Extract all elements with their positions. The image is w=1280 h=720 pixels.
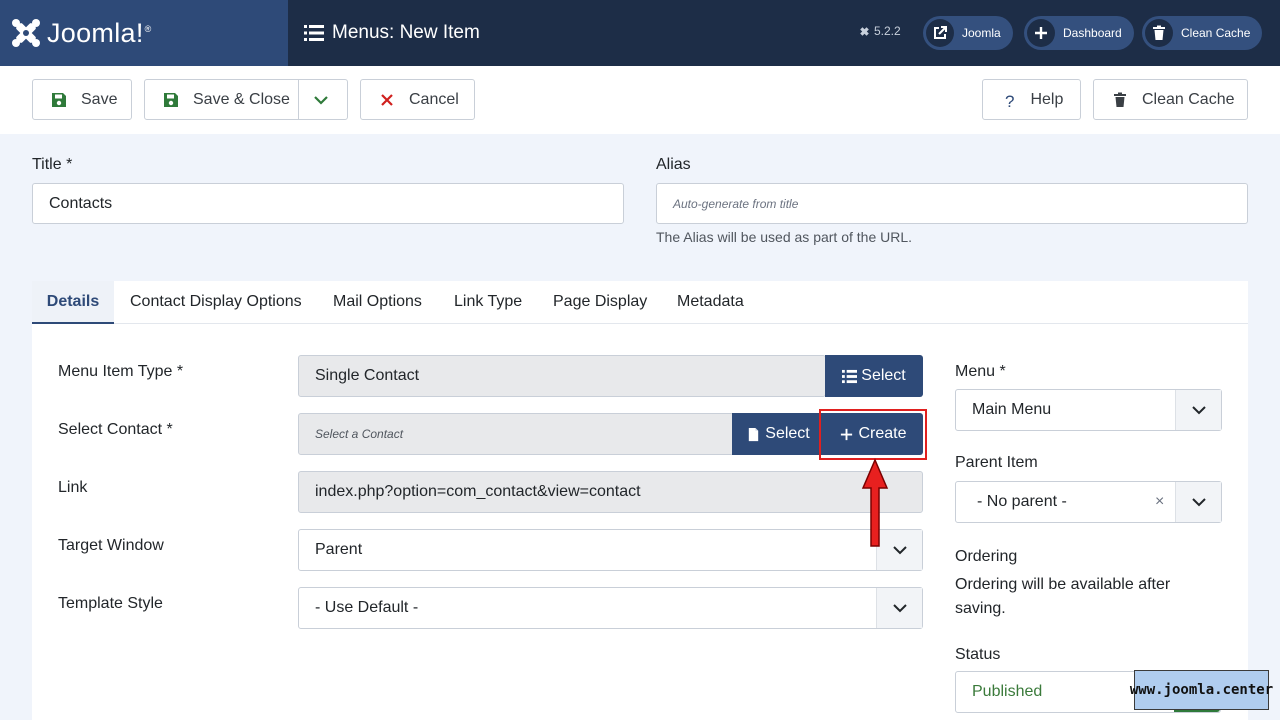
link-label: Link: [58, 479, 88, 496]
joomla-logo-icon: [12, 19, 40, 47]
alias-help-text: The Alias will be used as part of the UR…: [656, 229, 913, 245]
file-icon: [749, 427, 759, 441]
save-close-button[interactable]: Save & Close: [193, 91, 290, 109]
joomla-site-button[interactable]: Joomla: [923, 16, 1013, 50]
joomla-mini-icon: [860, 26, 869, 36]
registered-mark: ®: [144, 23, 152, 34]
menu-item-type-select-button[interactable]: Select: [825, 355, 923, 397]
dashboard-label: Dashboard: [1063, 26, 1122, 40]
tab-contact-display-options[interactable]: Contact Display Options: [130, 281, 302, 323]
tab-mail-options[interactable]: Mail Options: [333, 281, 422, 323]
status-label: Status: [955, 646, 1001, 663]
version-info: 5.2.2: [858, 24, 901, 38]
ordering-help-text: Ordering will be available after saving.: [955, 576, 1171, 617]
cancel-button[interactable]: Cancel: [360, 79, 475, 120]
save-button[interactable]: Save: [32, 79, 132, 120]
help-label: Help: [1030, 90, 1064, 108]
chevron-down-icon: [876, 588, 922, 628]
status-value: Published: [972, 683, 1043, 700]
template-style-value: - Use Default -: [315, 599, 419, 616]
title-input[interactable]: Contacts: [32, 183, 624, 224]
menu-label: Menu *: [955, 363, 1006, 380]
menu-item-type-field: Single Contact: [298, 355, 826, 397]
select-contact-button-label: Select: [765, 425, 810, 442]
select-contact-button[interactable]: Select: [732, 413, 824, 455]
ordering-label: Ordering: [955, 548, 1018, 565]
clean-cache-header-label: Clean Cache: [1181, 26, 1251, 40]
trash-icon: [1114, 92, 1126, 107]
version-number: 5.2.2: [874, 24, 901, 38]
alias-label: Alias: [656, 156, 691, 173]
menu-item-type-select-label: Select: [861, 367, 906, 384]
list-icon: [304, 25, 324, 41]
template-style-label: Template Style: [58, 595, 163, 612]
question-icon: ?: [1005, 91, 1015, 111]
save-close-icon: [164, 92, 178, 107]
arrow-up-icon: [861, 458, 889, 547]
watermark-badge: www.joomla.center: [1130, 670, 1273, 710]
page-title-text: Menus: New Item: [332, 22, 480, 43]
tab-bar: Details Contact Display Options Mail Opt…: [32, 281, 1248, 324]
save-icon: [52, 92, 66, 107]
clean-cache-button[interactable]: Clean Cache: [1093, 79, 1248, 120]
close-icon: [381, 93, 393, 106]
select-contact-field: Select a Contact: [298, 413, 734, 455]
chevron-down-icon: [1175, 390, 1221, 430]
title-label: Title *: [32, 156, 73, 173]
joomla-site-label: Joomla: [962, 26, 1001, 40]
create-button-highlight: [819, 409, 927, 460]
template-style-select[interactable]: - Use Default -: [298, 587, 923, 629]
brand-area[interactable]: Joomla!®: [0, 0, 288, 66]
chevron-down-icon: [1175, 482, 1221, 522]
link-field: index.php?option=com_contact&view=contac…: [298, 471, 923, 513]
parent-item-label: Parent Item: [955, 454, 1038, 471]
clean-cache-header-button[interactable]: Clean Cache: [1142, 16, 1263, 50]
plus-icon: [1027, 19, 1055, 47]
cancel-label: Cancel: [409, 90, 459, 108]
tab-link-type[interactable]: Link Type: [454, 281, 522, 323]
menu-select[interactable]: Main Menu: [955, 389, 1222, 431]
target-window-value: Parent: [315, 541, 363, 558]
clean-cache-label: Clean Cache: [1142, 90, 1235, 108]
select-contact-label: Select Contact *: [58, 421, 173, 438]
toolbar: Save Save & Close Cancel ? Help Clean Ca…: [0, 66, 1280, 134]
target-window-select[interactable]: Parent: [298, 529, 923, 571]
chevron-down-icon[interactable]: [313, 92, 329, 108]
clear-parent-button[interactable]: ×: [1155, 493, 1164, 511]
brand-name: Joomla!®: [47, 17, 152, 48]
external-link-icon: [926, 19, 954, 47]
top-header: Joomla!® Menus: New Item 5.2.2 Joomla Da…: [0, 0, 1280, 66]
tab-page-display[interactable]: Page Display: [553, 281, 647, 323]
dashboard-button[interactable]: Dashboard: [1024, 16, 1134, 50]
divider: [298, 80, 299, 119]
tab-details[interactable]: Details: [32, 281, 114, 324]
menu-value: Main Menu: [972, 401, 1052, 418]
parent-item-select[interactable]: - No parent -: [955, 481, 1222, 523]
save-close-button-group: Save & Close: [144, 79, 348, 120]
parent-item-value: - No parent -: [977, 493, 1067, 510]
alias-input[interactable]: Auto-generate from title: [656, 183, 1248, 224]
target-window-label: Target Window: [58, 537, 164, 554]
save-label: Save: [81, 90, 118, 108]
help-button[interactable]: ? Help: [982, 79, 1081, 120]
list-icon: [842, 369, 858, 383]
page-title: Menus: New Item: [304, 0, 480, 66]
trash-icon: [1145, 19, 1173, 47]
tab-metadata[interactable]: Metadata: [677, 281, 744, 323]
menu-item-type-label: Menu Item Type *: [58, 363, 184, 380]
